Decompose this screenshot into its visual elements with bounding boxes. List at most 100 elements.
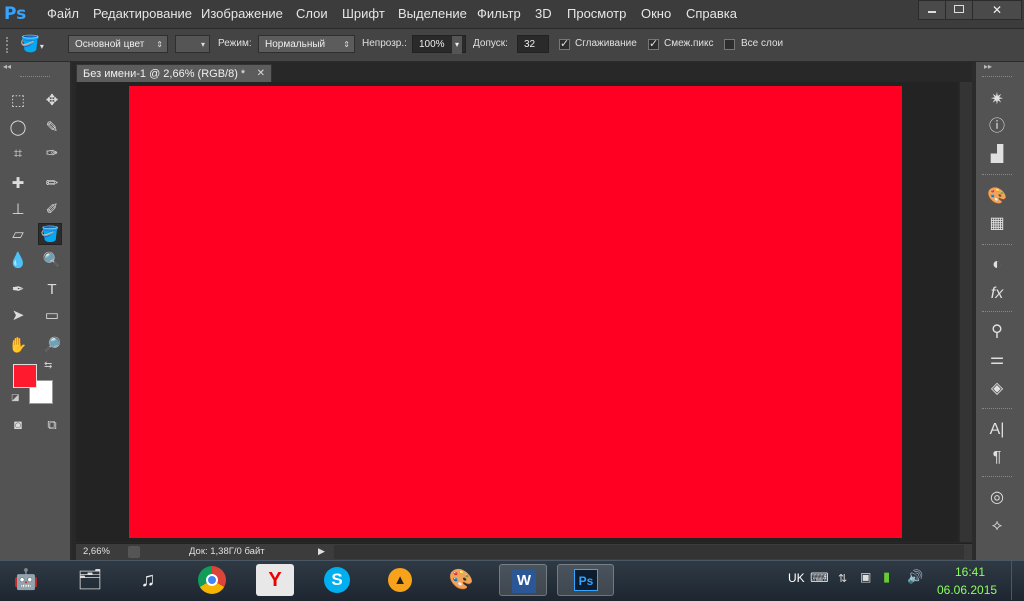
status-info-icon[interactable] [128, 546, 140, 558]
clock-time[interactable]: 16:41 [955, 565, 985, 579]
tool-preset-picker[interactable]: 🪣▾ [20, 34, 60, 56]
paragraph-icon[interactable]: ¶ [984, 446, 1010, 470]
info-icon[interactable]: ⓘ [984, 115, 1010, 139]
type-tool-icon[interactable]: T [40, 279, 64, 301]
layers-icon[interactable]: ◈ [984, 377, 1010, 401]
opacity-field[interactable]: 100% ▾ [412, 35, 466, 54]
styles-fx-icon[interactable]: fx [984, 282, 1010, 306]
zoom-level[interactable]: 2,66% [83, 546, 110, 557]
pen-icon[interactable]: ✒ [6, 279, 30, 301]
close-tab-icon[interactable]: ✕ [257, 65, 265, 83]
menu-help[interactable]: Справка [686, 6, 737, 21]
minimize-button[interactable] [918, 0, 946, 20]
music-icon[interactable]: ♫ [129, 564, 167, 596]
file-manager-icon[interactable]: 🗂 [71, 564, 109, 596]
healing-brush-icon[interactable]: ✚ [6, 173, 30, 195]
quick-mask-icon[interactable]: ◙ [6, 414, 30, 436]
brush-presets-icon[interactable]: ⚲ [984, 320, 1010, 344]
menu-filter[interactable]: Фильтр [477, 6, 521, 21]
menu-image[interactable]: Изображение [201, 6, 283, 21]
blur-icon[interactable]: 💧 [6, 250, 30, 272]
foreground-color-top[interactable] [13, 364, 37, 388]
all-layers-checkbox[interactable] [724, 39, 735, 50]
antialias-label: Сглаживание [575, 38, 637, 49]
paint-bucket-icon: 🪣 [20, 36, 40, 53]
rectangle-shape-icon[interactable]: ▭ [40, 305, 64, 327]
eyedropper-icon[interactable]: ✑ [40, 143, 64, 165]
contiguous-checkbox[interactable]: ✓ [648, 39, 659, 50]
panel-grip [982, 476, 1012, 479]
clock-date[interactable]: 06.06.2015 [937, 583, 997, 597]
dodge-icon[interactable]: 🔍 [40, 250, 64, 272]
horizontal-scrollbar[interactable] [334, 545, 964, 559]
language-indicator[interactable]: UK [788, 571, 805, 585]
yandex-browser-icon[interactable]: Y [256, 564, 294, 596]
aimp-icon[interactable]: ▲ [381, 564, 419, 596]
options-grip [6, 37, 12, 53]
volume-icon[interactable]: 🔊 [907, 569, 923, 585]
histogram-icon[interactable]: ▟ [984, 143, 1010, 167]
paths-icon[interactable]: ⟡ [984, 514, 1010, 538]
panel-collapse-icon[interactable]: ◂◂ [0, 62, 73, 72]
show-desktop-button[interactable] [1011, 561, 1024, 600]
network-icon[interactable]: ▣ [860, 570, 871, 584]
close-button[interactable]: ✕ [972, 0, 1022, 20]
navigator-icon[interactable]: ✷ [984, 88, 1010, 112]
antialias-checkbox[interactable]: ✓ [559, 39, 570, 50]
crop-icon[interactable]: ⌗ [6, 143, 30, 165]
lasso-icon[interactable]: ◯ [6, 117, 30, 139]
contiguous-label: Смеж.пикс [664, 38, 714, 49]
adjustments-icon[interactable]: ◐ [984, 253, 1010, 277]
menu-view[interactable]: Просмотр [567, 6, 626, 21]
android-icon[interactable]: 🤖 [7, 564, 45, 596]
menu-layers[interactable]: Слои [296, 6, 328, 21]
vertical-scrollbar[interactable] [960, 82, 972, 542]
tolerance-field[interactable]: 32 [517, 35, 549, 53]
paint-icon[interactable]: 🎨 [442, 564, 480, 596]
chrome-icon[interactable] [193, 564, 231, 596]
menu-edit[interactable]: Редактирование [93, 6, 192, 21]
path-selection-icon[interactable]: ➤ [6, 305, 30, 327]
brush-icon[interactable]: ✏ [40, 173, 64, 195]
word-icon[interactable]: W [499, 564, 547, 596]
quick-selection-icon[interactable]: ✎ [40, 117, 64, 139]
menu-3d[interactable]: 3D [535, 6, 552, 21]
channels-icon[interactable]: ◎ [984, 486, 1010, 510]
status-menu-arrow-icon[interactable]: ▶ [318, 546, 325, 557]
tray-arrow-icon[interactable]: ⇅ [838, 572, 847, 585]
default-colors-icon[interactable]: ◪ [11, 392, 20, 403]
history-brush-icon[interactable]: ✐ [40, 199, 64, 221]
menu-select[interactable]: Выделение [398, 6, 467, 21]
menu-file[interactable]: Файл [47, 6, 79, 21]
swatches-icon[interactable]: ▦ [984, 212, 1010, 236]
swap-colors-icon[interactable]: ⇆ [44, 360, 52, 371]
brush-settings-icon[interactable]: ⚌ [984, 348, 1010, 372]
menu-type[interactable]: Шрифт [342, 6, 385, 21]
skype-icon[interactable]: S [318, 564, 356, 596]
panel-grip [982, 76, 1012, 79]
clone-stamp-icon[interactable]: ⊥ [6, 199, 30, 221]
screen-mode-icon[interactable]: ⧉ [40, 414, 64, 436]
pattern-picker[interactable]: ▾ [175, 35, 210, 53]
character-icon[interactable]: A| [984, 418, 1010, 442]
document-canvas[interactable] [129, 86, 902, 538]
zoom-icon[interactable]: 🔎 [40, 335, 64, 357]
menu-window[interactable]: Окно [641, 6, 671, 21]
document-tab[interactable]: Без имени-1 @ 2,66% (RGB/8) * ✕ [76, 64, 272, 82]
panel-expand-icon[interactable]: ▸▸ [984, 62, 992, 71]
restore-button[interactable] [945, 0, 973, 20]
close-icon: ✕ [991, 3, 1003, 17]
move-tool-icon[interactable]: ✥ [40, 90, 64, 112]
battery-icon[interactable]: ▮ [883, 569, 890, 585]
tolerance-label: Допуск: [473, 38, 508, 49]
paint-bucket-tool-icon[interactable]: 🪣 [38, 223, 62, 245]
keyboard-icon[interactable]: ⌨ [810, 570, 829, 586]
fill-source-select[interactable]: Основной цвет ⇕ [68, 35, 168, 53]
hand-icon[interactable]: ✋ [6, 335, 30, 357]
mode-select[interactable]: Нормальный ⇕ [258, 35, 355, 53]
fill-source-value: Основной цвет [75, 39, 145, 50]
rectangular-marquee-icon[interactable]: ⬚ [6, 90, 30, 112]
photoshop-icon[interactable]: Ps [557, 564, 614, 596]
color-palette-icon[interactable]: 🎨 [984, 185, 1010, 209]
eraser-icon[interactable]: ▱ [6, 224, 30, 246]
